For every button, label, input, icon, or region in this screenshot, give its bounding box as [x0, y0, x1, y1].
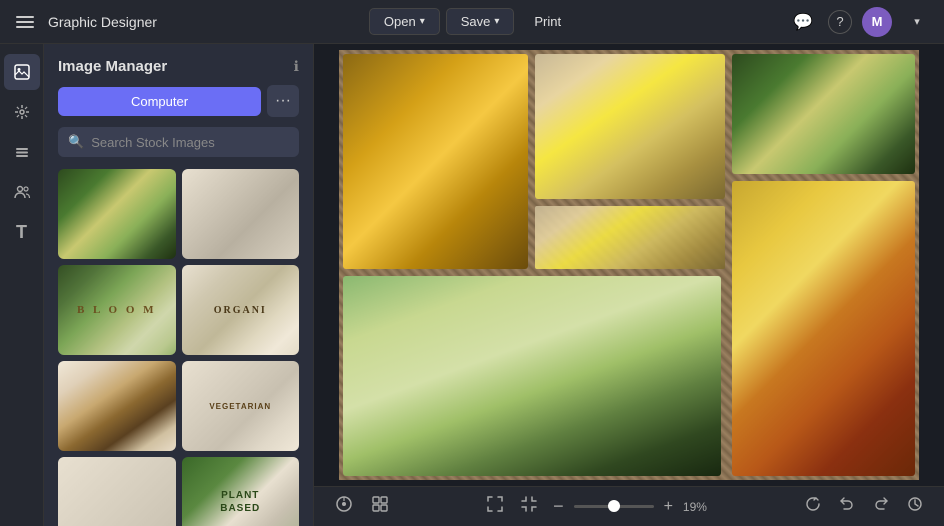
icon-rail: T — [0, 44, 44, 526]
collage-cell-juice[interactable] — [343, 54, 528, 269]
panel-header: Image Manager ℹ — [44, 44, 313, 85]
search-placeholder-text: Search Stock Images — [91, 135, 215, 150]
account-chevron-icon[interactable]: ▾ — [902, 7, 932, 37]
info-icon[interactable]: ℹ — [294, 58, 299, 75]
main-layout: T Image Manager ℹ Computer ··· 🔍 Search … — [0, 44, 944, 526]
rail-text-icon[interactable]: T — [4, 214, 40, 250]
undo-icon[interactable] — [834, 491, 860, 522]
thumbnail-paper[interactable] — [58, 457, 176, 526]
layers-toggle-icon[interactable] — [330, 490, 358, 523]
rail-users-icon[interactable] — [4, 174, 40, 210]
search-icon: 🔍 — [68, 134, 84, 150]
bottom-center: − + 19% — [481, 490, 713, 523]
collage-cell-forest[interactable] — [343, 276, 721, 476]
more-options-button[interactable]: ··· — [267, 85, 299, 117]
bottom-right — [800, 491, 928, 522]
image-manager-panel: Image Manager ℹ Computer ··· 🔍 Search St… — [44, 44, 314, 526]
thumbnail-plant-pot[interactable] — [58, 361, 176, 451]
topbar-left: Graphic Designer — [12, 12, 369, 32]
refresh-icon[interactable] — [800, 491, 826, 522]
rail-effects-icon[interactable] — [4, 94, 40, 130]
computer-button[interactable]: Computer — [58, 87, 261, 116]
topbar: Graphic Designer Open ▾ Save ▾ Print 💬 ?… — [0, 0, 944, 44]
redo-icon[interactable] — [868, 491, 894, 522]
zoom-value: 19% — [683, 500, 713, 514]
history-icon[interactable] — [902, 491, 928, 522]
thumbnail-organic[interactable]: ORGANI — [182, 265, 300, 355]
search-stock-bar[interactable]: 🔍 Search Stock Images — [58, 127, 299, 157]
topbar-center: Open ▾ Save ▾ Print — [369, 8, 575, 35]
bottom-left — [330, 490, 394, 523]
thumbnail-bloom[interactable]: B L O O M — [58, 265, 176, 355]
save-button[interactable]: Save ▾ — [446, 8, 515, 35]
collage-cell-bottle[interactable] — [732, 54, 915, 174]
canvas-area: − + 19% — [314, 44, 944, 526]
chat-icon[interactable]: 💬 — [788, 7, 818, 37]
collage-cell-lemon[interactable] — [535, 54, 725, 199]
shrink-icon[interactable] — [515, 490, 543, 523]
panel-buttons: Computer ··· — [44, 85, 313, 127]
grid-toggle-icon[interactable] — [366, 490, 394, 523]
topbar-right: 💬 ? M ▾ — [575, 7, 932, 37]
print-button[interactable]: Print — [520, 9, 575, 34]
canvas-content[interactable] — [314, 44, 944, 486]
open-chevron-icon: ▾ — [420, 16, 425, 27]
rail-images-icon[interactable] — [4, 54, 40, 90]
zoom-out-icon[interactable]: − — [549, 492, 568, 521]
collage-cell-lemon2[interactable] — [535, 206, 725, 269]
menu-button[interactable] — [12, 12, 38, 32]
collage-canvas[interactable] — [339, 50, 919, 480]
save-chevron-icon: ▾ — [494, 16, 499, 27]
zoom-in-icon[interactable]: + — [660, 494, 677, 520]
bottom-bar: − + 19% — [314, 486, 944, 526]
thumbnail-texture[interactable] — [182, 169, 300, 259]
rail-layers-icon[interactable] — [4, 134, 40, 170]
image-grid: B L O O M ORGANI VEGETARIAN PLANTBASED — [44, 169, 313, 526]
zoom-slider[interactable] — [574, 505, 654, 508]
open-button[interactable]: Open ▾ — [369, 8, 440, 35]
thumbnail-bottle[interactable] — [58, 169, 176, 259]
avatar[interactable]: M — [862, 7, 892, 37]
fit-to-screen-icon[interactable] — [481, 490, 509, 523]
panel-title: Image Manager — [58, 58, 167, 75]
app-title: Graphic Designer — [48, 14, 157, 30]
thumbnail-vegetarian[interactable]: VEGETARIAN — [182, 361, 300, 451]
thumbnail-plant-based[interactable]: PLANTBASED — [182, 457, 300, 526]
collage-cell-woman[interactable] — [732, 181, 915, 476]
help-icon[interactable]: ? — [828, 10, 852, 34]
